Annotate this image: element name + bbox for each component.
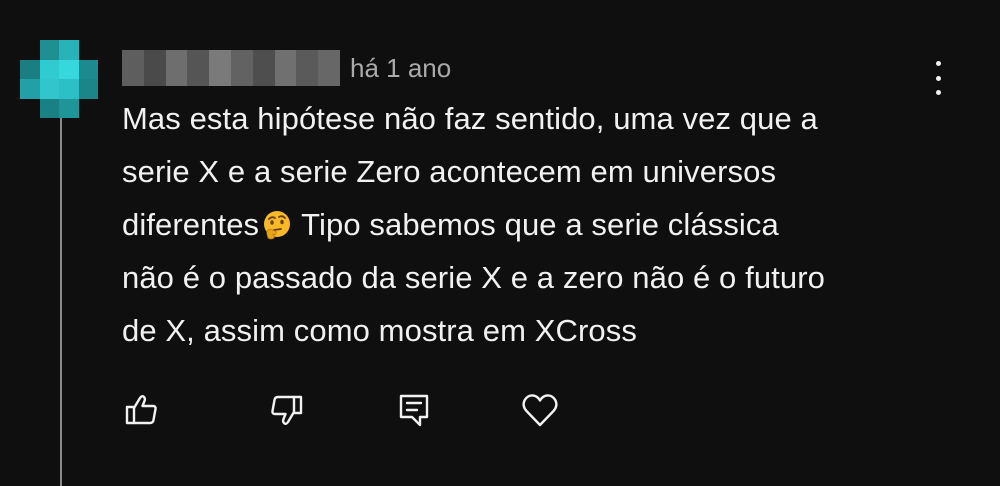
comment-actions-bar xyxy=(0,388,1000,438)
more-vert-icon xyxy=(935,61,941,66)
like-button[interactable] xyxy=(120,388,164,432)
dislike-button[interactable] xyxy=(264,388,308,432)
heart-button[interactable] xyxy=(518,388,562,432)
avatar[interactable] xyxy=(20,40,98,118)
thumbs-up-icon xyxy=(125,395,157,425)
comment-line: não é o passado da serie X e a zero não … xyxy=(122,260,825,295)
comment-text: Mas esta hipótese não faz sentido, uma v… xyxy=(122,92,942,357)
comment-line: serie X e a serie Zero acontecem em univ… xyxy=(122,154,777,189)
comment-line: de X, assim como mostra em XCross xyxy=(122,313,637,348)
username-redacted[interactable] xyxy=(122,50,340,86)
comment-line: diferentes Tipo sabemos que a serie clás… xyxy=(122,207,779,242)
comment-timestamp[interactable]: há 1 ano xyxy=(350,53,451,83)
reply-icon xyxy=(399,394,429,427)
thinking-face-icon xyxy=(264,211,291,240)
comment-line: Mas esta hipótese não faz sentido, uma v… xyxy=(122,101,818,136)
heart-icon xyxy=(522,394,558,427)
thumbs-down-icon xyxy=(271,395,303,425)
reply-button[interactable] xyxy=(392,388,436,432)
